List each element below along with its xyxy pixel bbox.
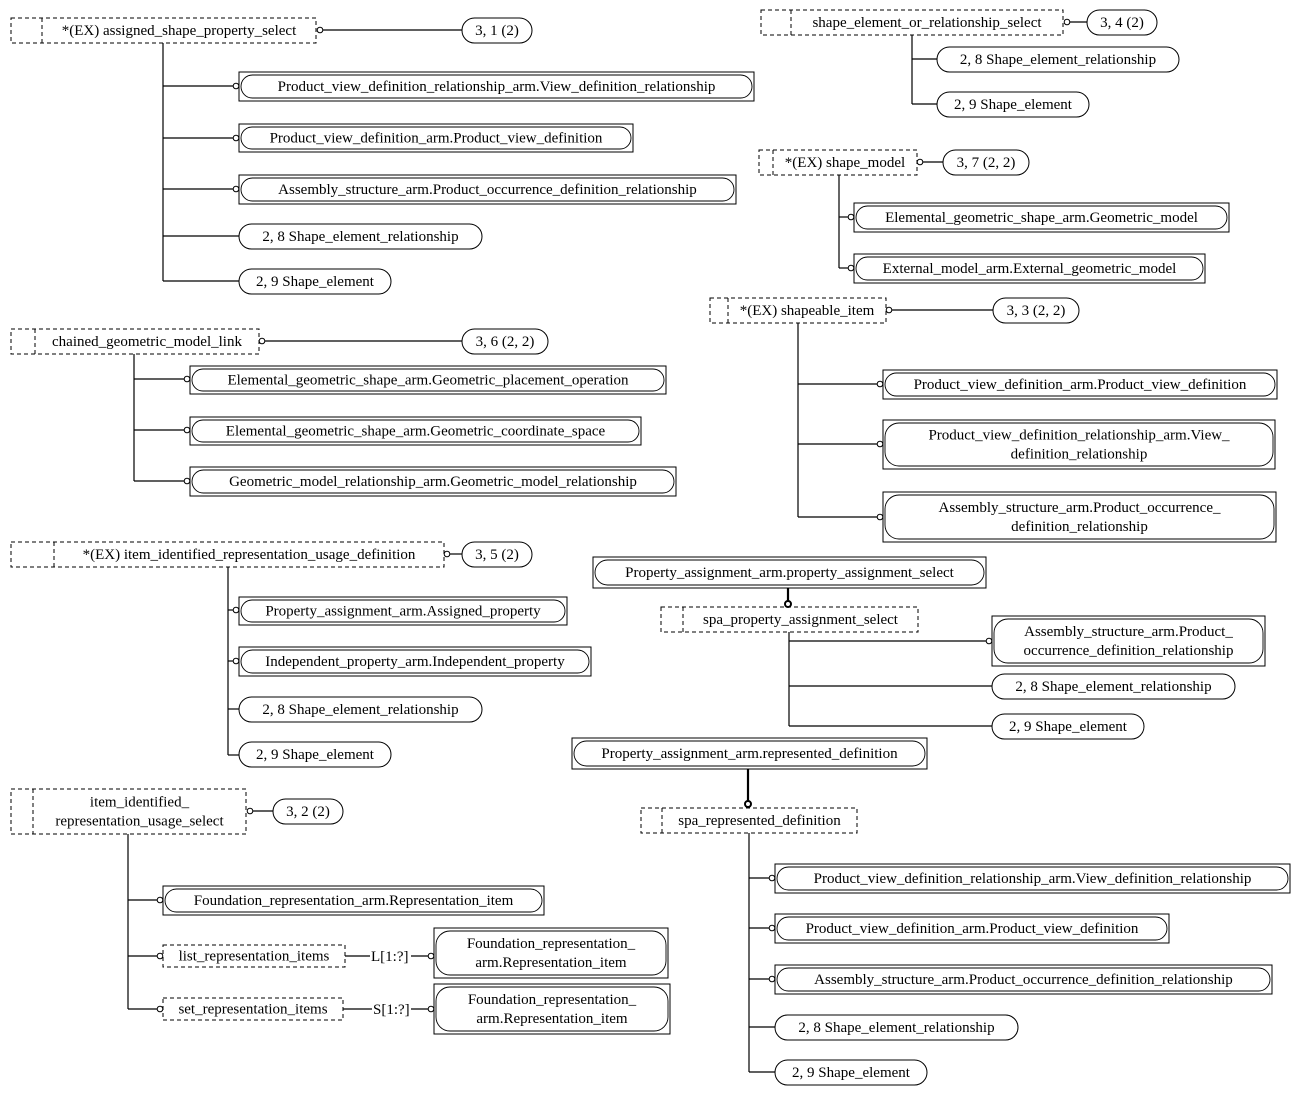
relationship-end-circle bbox=[784, 600, 792, 608]
relationship-end-circle bbox=[246, 807, 254, 815]
relationship-end-circle bbox=[916, 158, 924, 166]
node-label: 3, 3 (2, 2) bbox=[1007, 303, 1066, 319]
diagram-svg: *(EX) assigned_shape_property_select 3, 1… bbox=[10, 9, 1291, 1086]
node-label: 3, 2 (2) bbox=[286, 804, 330, 820]
relationship-end-circle bbox=[847, 264, 855, 272]
node-label: Foundation_representation_ bbox=[467, 936, 636, 952]
relationship-end-circle bbox=[768, 975, 776, 983]
node-label: 3, 1 (2) bbox=[475, 23, 519, 39]
node-label: occurrence_definition_relationship bbox=[1024, 643, 1234, 659]
relationship-end-circle bbox=[316, 26, 324, 34]
node-label: 2, 9 Shape_element bbox=[792, 1065, 911, 1081]
node-label: 3, 4 (2) bbox=[1100, 15, 1144, 31]
node-label: Product_view_definition_relationship_arm… bbox=[278, 79, 716, 95]
node-label: Product_view_definition_arm.Product_view… bbox=[914, 377, 1247, 393]
node-label: 2, 9 Shape_element bbox=[256, 274, 375, 290]
relationship-end-circle bbox=[232, 185, 240, 193]
node-label: 2, 8 Shape_element_relationship bbox=[798, 1020, 994, 1036]
relationship-end-circle bbox=[183, 375, 191, 383]
relationship-end-circle bbox=[876, 513, 884, 521]
node-label: Product_view_definition_arm.Product_view… bbox=[806, 921, 1139, 937]
node-label: Elemental_geometric_shape_arm.Geometric_… bbox=[227, 373, 629, 389]
node-label: Foundation_representation_ bbox=[468, 992, 637, 1008]
node-label: 2, 8 Shape_element_relationship bbox=[1015, 679, 1211, 695]
node-label: 2, 9 Shape_element bbox=[954, 97, 1073, 113]
node-label: Assembly_structure_arm.Product_ bbox=[1024, 624, 1233, 640]
relationship-end-circle bbox=[427, 952, 435, 960]
node-label: 3, 5 (2) bbox=[475, 547, 519, 563]
relationship-end-circle bbox=[744, 800, 752, 808]
node-label: Geometric_model_relationship_arm.Geometr… bbox=[229, 474, 637, 490]
node-label: 2, 8 Shape_element_relationship bbox=[262, 229, 458, 245]
relationship-end-circle bbox=[232, 134, 240, 142]
relationship-end-circle bbox=[232, 82, 240, 90]
node-label: Property_assignment_arm.represented_defi… bbox=[601, 746, 898, 762]
relationship-end-circle bbox=[768, 874, 776, 882]
relationship-end-circle bbox=[876, 440, 884, 448]
node-label: Elemental_geometric_shape_arm.Geometric_… bbox=[885, 210, 1198, 226]
node-label: Assembly_structure_arm.Product_occurrenc… bbox=[939, 500, 1221, 516]
node-label: arm.Representation_item bbox=[475, 955, 627, 971]
aggregate-label: S[1:?] bbox=[373, 1002, 410, 1018]
node-label: External_model_arm.External_geometric_mo… bbox=[883, 261, 1177, 277]
relationship-end-circle bbox=[183, 477, 191, 485]
node-label: 3, 6 (2, 2) bbox=[476, 334, 535, 350]
relationship-end-circle bbox=[183, 426, 191, 434]
relationship-end-circle bbox=[156, 1005, 164, 1013]
node-label: list_representation_items bbox=[179, 949, 330, 965]
node-label: 2, 8 Shape_element_relationship bbox=[262, 702, 458, 718]
node-label: definition_relationship bbox=[1011, 519, 1148, 535]
node-label: 2, 9 Shape_element bbox=[1009, 719, 1128, 735]
node-label: 2, 9 Shape_element bbox=[256, 747, 375, 763]
node-label: Assembly_structure_arm.Product_occurrenc… bbox=[814, 972, 1233, 988]
node-label: chained_geometric_model_link bbox=[52, 334, 242, 350]
relationship-end-circle bbox=[985, 637, 993, 645]
node-label: shape_element_or_relationship_select bbox=[812, 15, 1042, 31]
node-label: Product_view_definition_relationship_arm… bbox=[928, 428, 1230, 444]
node-label: Foundation_representation_arm.Representa… bbox=[194, 893, 514, 909]
node-label: representation_usage_select bbox=[55, 814, 224, 830]
node-label: item_identified_ bbox=[90, 795, 190, 811]
node-label: spa_property_assignment_select bbox=[703, 612, 899, 628]
node-label: Assembly_structure_arm.Product_occurrenc… bbox=[278, 182, 697, 198]
relationship-end-circle bbox=[1063, 18, 1071, 26]
relationship-end-circle bbox=[232, 606, 240, 614]
node-label: Elemental_geometric_shape_arm.Geometric_… bbox=[226, 424, 606, 440]
relationship-end-circle bbox=[876, 380, 884, 388]
relationship-end-circle bbox=[443, 550, 451, 558]
node-label: arm.Representation_item bbox=[476, 1011, 628, 1027]
node-label: spa_represented_definition bbox=[678, 813, 841, 829]
relationship-end-circle bbox=[847, 213, 855, 221]
node-label: *(EX) item_identified_representation_usa… bbox=[83, 547, 416, 563]
relationship-end-circle bbox=[427, 1005, 435, 1013]
node-label: set_representation_items bbox=[178, 1002, 327, 1018]
node-label: 2, 8 Shape_element_relationship bbox=[960, 52, 1156, 68]
node-label: *(EX) shape_model bbox=[785, 155, 905, 171]
aggregate-label: L[1:?] bbox=[371, 949, 408, 965]
node-label: *(EX) assigned_shape_property_select bbox=[62, 23, 297, 39]
relationship-end-circle bbox=[885, 306, 893, 314]
node-label: Product_view_definition_relationship_arm… bbox=[814, 871, 1252, 887]
express-g-diagram: *(EX) assigned_shape_property_select 3, 1… bbox=[0, 0, 1300, 1095]
relationship-end-circle bbox=[768, 924, 776, 932]
relationship-end-circle bbox=[258, 337, 266, 345]
node-label: *(EX) shapeable_item bbox=[740, 303, 875, 319]
relationship-end-circle bbox=[232, 657, 240, 665]
node-label: Independent_property_arm.Independent_pro… bbox=[265, 654, 565, 670]
relationship-end-circle bbox=[156, 896, 164, 904]
relationship-end-circle bbox=[156, 952, 164, 960]
node-label: Product_view_definition_arm.Product_view… bbox=[270, 131, 603, 147]
node-label: Property_assignment_arm.property_assignm… bbox=[625, 565, 955, 581]
node-label: 3, 7 (2, 2) bbox=[957, 155, 1016, 171]
node-label: Property_assignment_arm.Assigned_propert… bbox=[265, 604, 541, 620]
node-label: definition_relationship bbox=[1011, 447, 1148, 463]
